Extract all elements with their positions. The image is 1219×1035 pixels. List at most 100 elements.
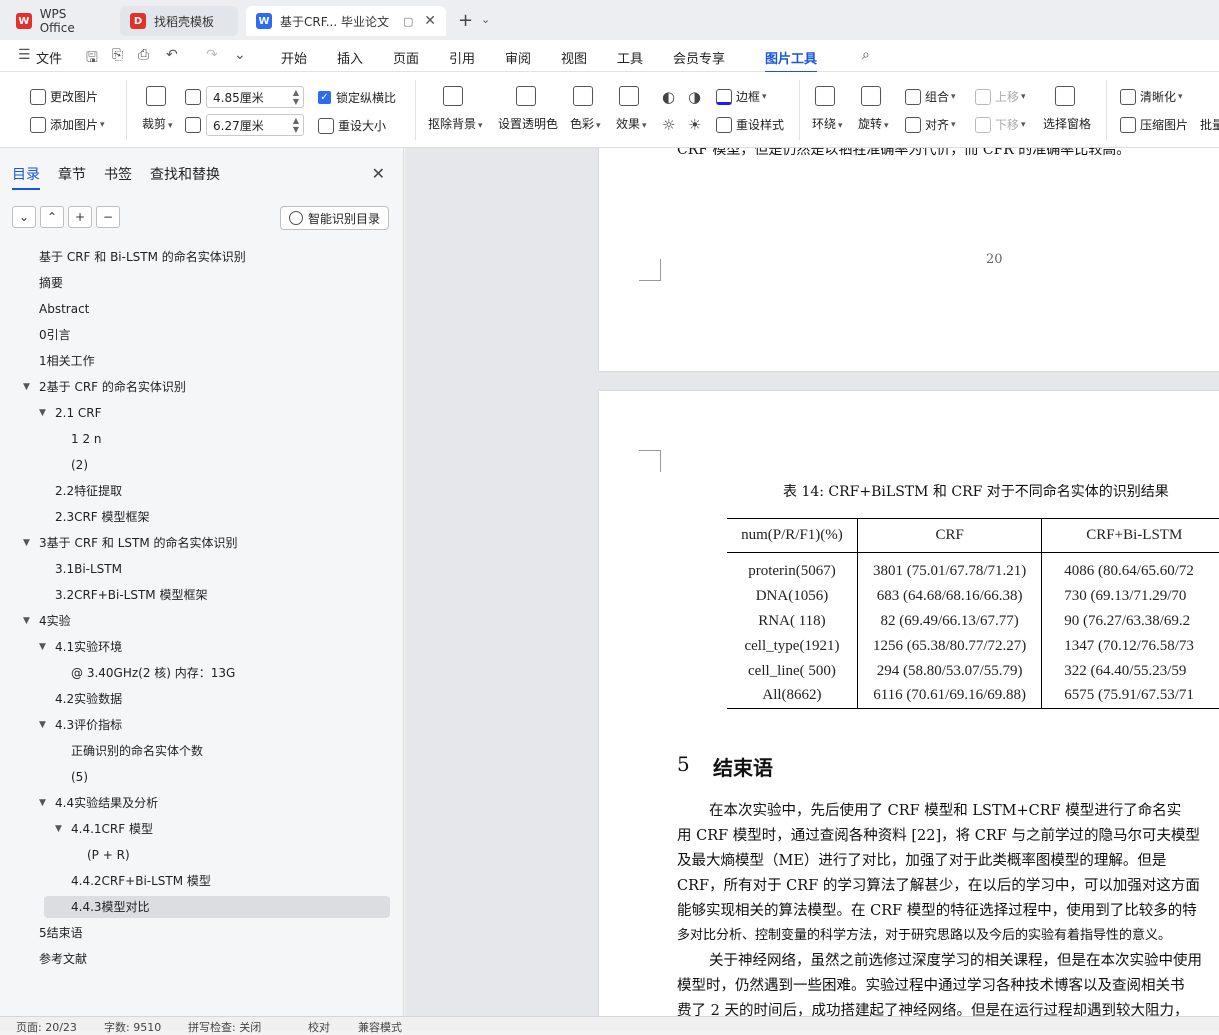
chevron-down-icon[interactable]: ⌄	[12, 206, 36, 228]
toc-item[interactable]: 4.2实验数据	[0, 688, 404, 710]
remove-background-button[interactable]: 抠除背景 ▾	[428, 86, 483, 132]
minus-icon[interactable]: −	[96, 206, 120, 228]
rotate-button[interactable]: 旋转 ▾	[858, 86, 889, 132]
expand-triangle-icon[interactable]: ▼	[55, 818, 62, 840]
toc-item[interactable]: @ 3.40GHz(2 核) 内存：13G	[0, 662, 404, 684]
word-count[interactable]: 字数: 9510	[104, 1019, 161, 1035]
search-icon[interactable]: ⌕	[862, 47, 870, 63]
contrast-down-icon[interactable]: ◑	[688, 88, 701, 106]
tab-template[interactable]: D 找稻壳模板	[120, 6, 238, 36]
lock-ratio-checkbox[interactable]: ✓ 锁定纵横比	[318, 89, 396, 106]
menu-review[interactable]: 审阅	[505, 48, 531, 67]
expand-triangle-icon[interactable]: ▼	[23, 610, 30, 632]
toc-item[interactable]: ▼ 2.1 CRF	[0, 402, 404, 424]
set-transparent-button[interactable]: 设置透明色	[498, 86, 558, 132]
toc-item[interactable]: 4.4.3模型对比	[44, 896, 390, 918]
smart-toc-button[interactable]: 智能识别目录	[279, 206, 389, 230]
toc-item[interactable]: ▼ 4.1实验环境	[0, 636, 404, 658]
toc-item[interactable]: 0引言	[0, 324, 404, 346]
toc-item[interactable]: (2)	[0, 454, 404, 476]
menu-member[interactable]: 会员专享	[673, 48, 725, 67]
crop-button[interactable]: 裁剪 ▾	[142, 86, 173, 132]
spinner-icon[interactable]: ▲ ▼	[293, 88, 299, 106]
expand-triangle-icon[interactable]: ▼	[23, 532, 30, 554]
menu-page[interactable]: 页面	[393, 48, 419, 67]
toc-item[interactable]: 3.1Bi-LSTM	[0, 558, 404, 580]
page-indicator[interactable]: 页面: 20/23	[16, 1019, 77, 1035]
menu-home[interactable]: 开始	[281, 48, 307, 67]
tab-bookmarks[interactable]: 书签	[104, 164, 132, 190]
toc-item[interactable]: ▼ 4.3评价指标	[0, 714, 404, 736]
contrast-up-icon[interactable]: ◐	[662, 88, 675, 106]
redo-icon[interactable]: ↷	[206, 47, 218, 63]
expand-triangle-icon[interactable]: ▼	[39, 402, 46, 424]
reset-size-button[interactable]: 重设大小	[318, 117, 386, 134]
toc-item[interactable]: 2.3CRF 模型框架	[0, 506, 404, 528]
tab-wps-office[interactable]: W WPS Office	[6, 6, 114, 36]
toc-item[interactable]: 参考文献	[0, 948, 404, 970]
change-image-button[interactable]: 更改图片	[30, 88, 98, 105]
reset-style-button[interactable]: 重设样式	[716, 116, 784, 133]
menu-picture-tools[interactable]: 图片工具	[765, 48, 818, 73]
toc-item[interactable]: ▼ 3基于 CRF 和 LSTM 的命名实体识别	[0, 532, 404, 554]
align-button[interactable]: 对齐 ▾	[905, 116, 956, 133]
menu-file[interactable]: 文件	[36, 48, 62, 67]
window-icon[interactable]: ▢	[403, 15, 413, 28]
wrap-button[interactable]: 环绕 ▾	[812, 86, 843, 132]
height-input[interactable]: 6.27厘米 ▲ ▼	[206, 114, 304, 136]
toc-item[interactable]: ▼ 4.4.1CRF 模型	[0, 818, 404, 840]
toc-item[interactable]: (P + R)	[0, 844, 404, 866]
border-button[interactable]: 边框 ▾	[716, 88, 767, 105]
toc-item[interactable]: 正确识别的命名实体个数	[0, 740, 404, 762]
menu-reference[interactable]: 引用	[449, 48, 475, 67]
menu-tools[interactable]: 工具	[617, 48, 643, 67]
sharpen-button[interactable]: 清晰化 ▾	[1120, 88, 1183, 105]
chevron-up-icon[interactable]: ⌃	[40, 206, 64, 228]
batch-button[interactable]: 批量	[1200, 116, 1219, 133]
expand-triangle-icon[interactable]: ▼	[39, 792, 46, 814]
undo-icon[interactable]: ↶	[166, 47, 178, 63]
proofread-button[interactable]: 校对	[308, 1019, 330, 1035]
spinner-icon[interactable]: ▲ ▼	[293, 116, 299, 134]
move-up-button[interactable]: 上移 ▾	[975, 88, 1026, 105]
share-icon[interactable]: ⎘	[112, 47, 123, 63]
tab-document[interactable]: W 基于CRF... 毕业论文 ▢ ✕	[246, 6, 446, 36]
toc-item[interactable]: 2.2特征提取	[0, 480, 404, 502]
toc-item[interactable]: 1相关工作	[0, 350, 404, 372]
effect-button[interactable]: 效果 ▾	[616, 86, 647, 132]
toc-item[interactable]: ▼ 4.4实验结果及分析	[0, 792, 404, 814]
toc-item[interactable]: (5)	[0, 766, 404, 788]
toc-item[interactable]: 4.4.2CRF+Bi-LSTM 模型	[0, 870, 404, 892]
brightness-up-icon[interactable]: ☼	[662, 116, 675, 134]
move-down-button[interactable]: 下移 ▾	[975, 116, 1026, 133]
add-image-button[interactable]: 添加图片 ▾	[30, 116, 105, 133]
save-icon[interactable]: 🖫	[86, 47, 98, 71]
group-button[interactable]: 组合 ▾	[905, 88, 956, 105]
close-icon[interactable]: ✕	[424, 13, 436, 29]
brightness-down-icon[interactable]: ☀	[688, 116, 701, 134]
print-preview-icon[interactable]: ⎙	[138, 47, 149, 63]
toc-item[interactable]: 基于 CRF 和 Bi-LSTM 的命名实体识别	[0, 246, 404, 268]
hamburger-icon[interactable]: ☰	[18, 47, 31, 63]
chevron-down-icon[interactable]: ⌄	[234, 47, 246, 63]
menu-insert[interactable]: 插入	[337, 48, 363, 67]
toc-item[interactable]: 1 2 n	[0, 428, 404, 450]
tab-toc[interactable]: 目录	[12, 164, 40, 190]
width-input[interactable]: 4.85厘米 ▲ ▼	[206, 86, 304, 108]
close-icon[interactable]: ✕	[372, 164, 385, 183]
chevron-down-icon[interactable]: ⌄	[481, 13, 490, 26]
color-button[interactable]: 色彩 ▾	[570, 86, 601, 132]
compress-image-button[interactable]: 压缩图片	[1120, 116, 1188, 133]
toc-item[interactable]: 3.2CRF+Bi-LSTM 模型框架	[0, 584, 404, 606]
tab-find-replace[interactable]: 查找和替换	[150, 164, 220, 190]
expand-triangle-icon[interactable]: ▼	[23, 376, 30, 398]
document-canvas[interactable]: CRF 模型，但是仍然是以牺牲准确率为代价，而 CFR 的准确率比较高。 20 …	[405, 148, 1219, 1016]
menu-view[interactable]: 视图	[561, 48, 587, 67]
tab-chapters[interactable]: 章节	[58, 164, 86, 190]
toc-item[interactable]: ▼ 4实验	[0, 610, 404, 632]
spell-check-status[interactable]: 拼写检查: 关闭	[188, 1019, 261, 1035]
toc-item[interactable]: 摘要	[0, 272, 404, 294]
expand-triangle-icon[interactable]: ▼	[39, 636, 46, 658]
plus-icon[interactable]: +	[68, 206, 92, 228]
toc-item[interactable]: 5结束语	[0, 922, 404, 944]
